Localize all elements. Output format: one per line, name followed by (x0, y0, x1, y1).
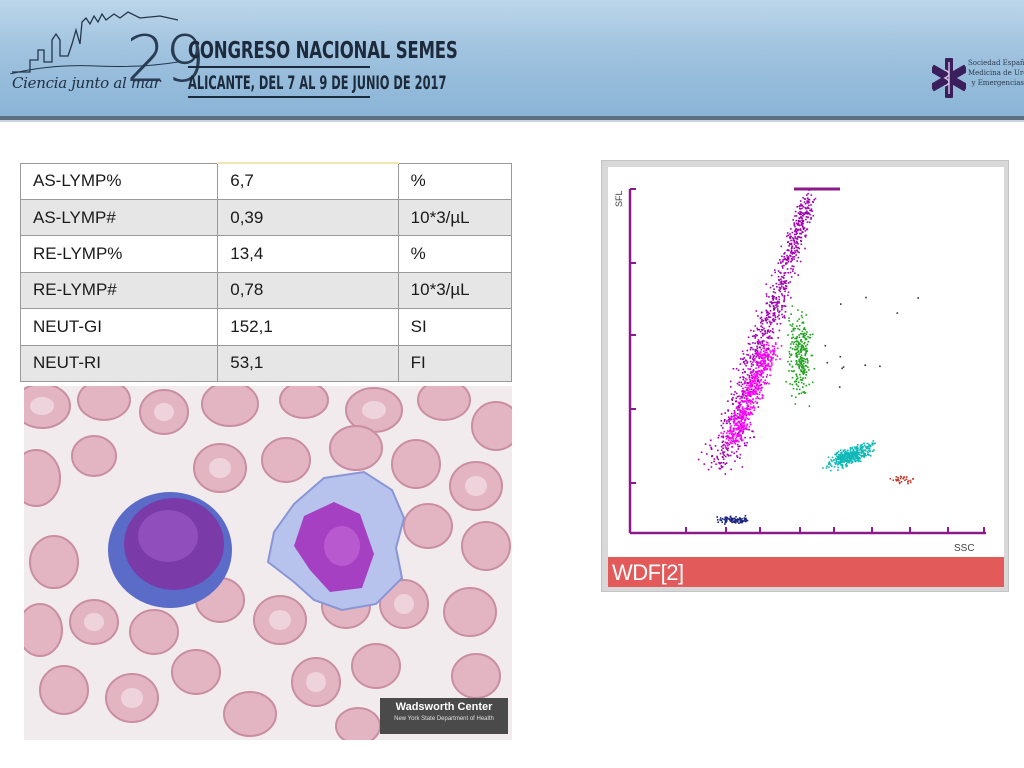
param-cell: AS-LYMP% (19, 162, 219, 200)
x-axis-label: SSC (954, 543, 975, 554)
lymphocyte-cluster (697, 189, 817, 475)
lymphocyte-results-table: AS-LYMP% 6,7 % AS-LYMP# 0,39 10*3/µL RE-… (19, 161, 513, 383)
table-row: RE-LYMP% 13,4 % (19, 235, 513, 273)
scattergram-plot-area: SFL SSC (608, 167, 1004, 557)
param-cell: AS-LYMP# (19, 198, 219, 237)
monocyte-cluster (785, 305, 816, 407)
society-name-line: y Emergencias (971, 79, 1024, 87)
conference-banner: Ciencia junto al mar 29 CONGRESO NACIONA… (0, 0, 1024, 116)
value-cell: 0,39 (217, 198, 399, 237)
param-cell: RE-LYMP% (19, 235, 219, 273)
value-cell: 13,4 (217, 235, 399, 273)
venue-underline (188, 96, 370, 98)
outlier-points (824, 296, 919, 388)
unit-cell: % (397, 162, 513, 200)
channel-label: WDF[2] (608, 557, 1004, 587)
unit-cell: SI (397, 308, 513, 346)
param-cell: NEUT-GI (19, 308, 219, 346)
table-row: AS-LYMP% 6,7 % (19, 161, 513, 200)
eosinophil-cluster (889, 475, 914, 485)
wdf-scattergram: SFL SSC (614, 187, 986, 554)
wdf-scattergram-panel: SFL SSC WDF[2] (601, 160, 1009, 592)
header-divider-light (0, 120, 1024, 122)
y-axis-label: SFL (614, 190, 624, 207)
society-name: Sociedad Española de Medicina de Urgenci… (968, 58, 1024, 88)
watermark-subtitle: New York State Department of Health (394, 716, 494, 722)
society-name-line: Medicina de Urgencias (968, 69, 1024, 77)
neutrophil-cluster (822, 440, 876, 472)
table-row: NEUT-GI 152,1 SI (19, 308, 513, 346)
unit-cell: 10*3/µL (397, 198, 513, 237)
star-of-life-icon (932, 58, 966, 98)
param-cell: NEUT-RI (19, 344, 219, 383)
unit-cell: FI (397, 344, 513, 383)
value-cell: 53,1 (217, 344, 399, 383)
lymphocyte-core (720, 337, 783, 449)
value-cell: 6,7 (217, 161, 399, 200)
society-name-line: Sociedad Española de (968, 59, 1024, 67)
watermark-title: Wadsworth Center (395, 701, 493, 713)
unit-cell: 10*3/µL (397, 271, 513, 310)
small-lymphocyte (108, 492, 232, 608)
blood-smear-photo: Wadsworth Center New York State Departme… (11, 379, 521, 745)
param-cell: RE-LYMP# (19, 271, 219, 310)
image-credit-watermark: Wadsworth Center New York State Departme… (380, 698, 508, 734)
venue-dates: ALICANTE, DEL 7 AL 9 DE JUNIO DE 2017 (188, 72, 447, 94)
debris-cluster (716, 515, 749, 525)
cell-clusters (697, 189, 919, 525)
smear-illustration (11, 379, 521, 745)
unit-cell: % (397, 235, 513, 273)
value-cell: 0,78 (217, 271, 399, 310)
value-cell: 152,1 (217, 308, 399, 346)
table-row: RE-LYMP# 0,78 10*3/µL (19, 271, 513, 310)
title-underline (188, 66, 370, 68)
table-row: AS-LYMP# 0,39 10*3/µL (19, 198, 513, 237)
congress-title: CONGRESO NACIONAL SEMES (188, 38, 458, 64)
table-row: NEUT-RI 53,1 FI (19, 344, 513, 383)
